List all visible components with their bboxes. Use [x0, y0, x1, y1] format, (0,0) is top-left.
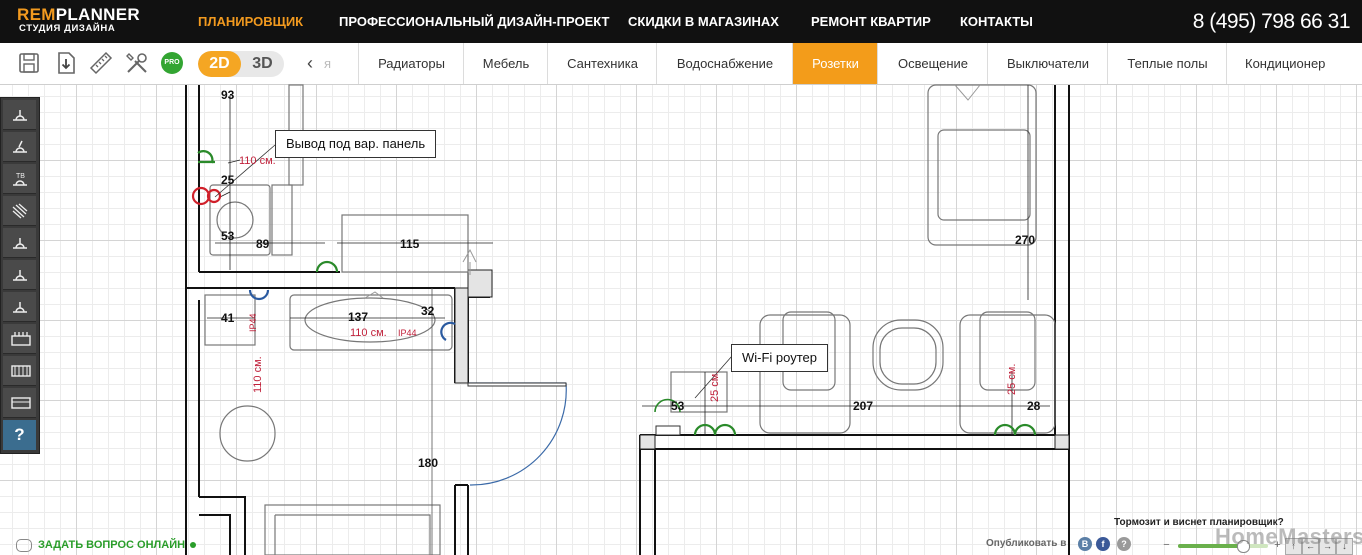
callout-wifi-router[interactable]: Wi-Fi роутер	[731, 344, 829, 372]
socket-tool-button[interactable]	[3, 228, 36, 258]
socket-tool-button[interactable]	[3, 196, 36, 226]
ip-rating-label: IP44	[248, 313, 258, 332]
vk-icon[interactable]: B	[1078, 537, 1092, 551]
floor-plan-drawing[interactable]	[0, 0, 1362, 555]
socket-tool-button[interactable]	[3, 356, 36, 386]
socket-tool-button[interactable]	[3, 260, 36, 290]
ask-question-online-link[interactable]: ЗАДАТЬ ВОПРОС ОНЛАЙН	[16, 536, 197, 554]
zoom-out-button[interactable]: −	[1160, 538, 1173, 552]
facebook-icon[interactable]: f	[1096, 537, 1110, 551]
dimension-label: 110 см.	[350, 327, 387, 339]
socket-block-icon	[11, 365, 31, 377]
dimension-label: 32	[421, 304, 435, 318]
dimension-label: 53	[221, 229, 235, 243]
socket-hand-icon	[12, 203, 28, 219]
online-status-dot	[190, 542, 197, 549]
dimension-label: 207	[853, 399, 874, 413]
dimension-label: 115	[400, 237, 420, 251]
dimension-label: 28	[1027, 399, 1041, 413]
help-button[interactable]: ?	[3, 420, 36, 450]
dimension-label: 110 см.	[252, 356, 264, 393]
dimension-label: 25	[221, 173, 235, 187]
socket-block-icon	[11, 332, 31, 346]
socket-tool-button[interactable]	[3, 132, 36, 162]
dimension-label: 270	[1015, 233, 1036, 247]
socket-icon	[13, 270, 27, 281]
dimension-label: 137	[348, 310, 369, 324]
callout-panel-output[interactable]: Вывод под вар. панель	[275, 130, 437, 158]
socket-icon	[13, 238, 27, 249]
socket-tool-button[interactable]	[3, 324, 36, 354]
dimension-label: 41	[221, 311, 235, 325]
chat-bubble-icon	[16, 538, 32, 552]
dimension-label: 93	[221, 88, 235, 102]
dimension-label: 89	[256, 237, 270, 251]
ask-question-label: ЗАДАТЬ ВОПРОС ОНЛАЙН	[38, 539, 186, 551]
dimension-label: 25 см.	[1006, 363, 1018, 395]
socket-tool-button[interactable]	[3, 100, 36, 130]
dimension-label: 110 см.	[239, 155, 276, 167]
publish-label: Опубликовать в	[986, 538, 1067, 549]
socket-icon	[13, 110, 27, 121]
socket-tool-button[interactable]	[3, 388, 36, 418]
watermark: HomeMasters.ru	[1215, 524, 1362, 549]
socket-icon	[13, 302, 27, 313]
socket-block-icon	[11, 397, 31, 409]
socket-tv-icon: TB	[13, 173, 27, 186]
socket-tools-panel: TB ?	[0, 97, 40, 454]
dimension-label: 53	[671, 399, 685, 413]
help-circle-icon[interactable]: ?	[1117, 537, 1131, 551]
socket-angled-icon	[13, 140, 27, 153]
svg-text:TB: TB	[16, 173, 25, 180]
dimension-label: 25 см.	[709, 370, 721, 402]
dimension-label: 180	[418, 456, 439, 470]
ip-rating-label: IP44	[398, 328, 417, 338]
socket-tool-button[interactable]	[3, 292, 36, 322]
socket-tool-button[interactable]: TB	[3, 164, 36, 194]
